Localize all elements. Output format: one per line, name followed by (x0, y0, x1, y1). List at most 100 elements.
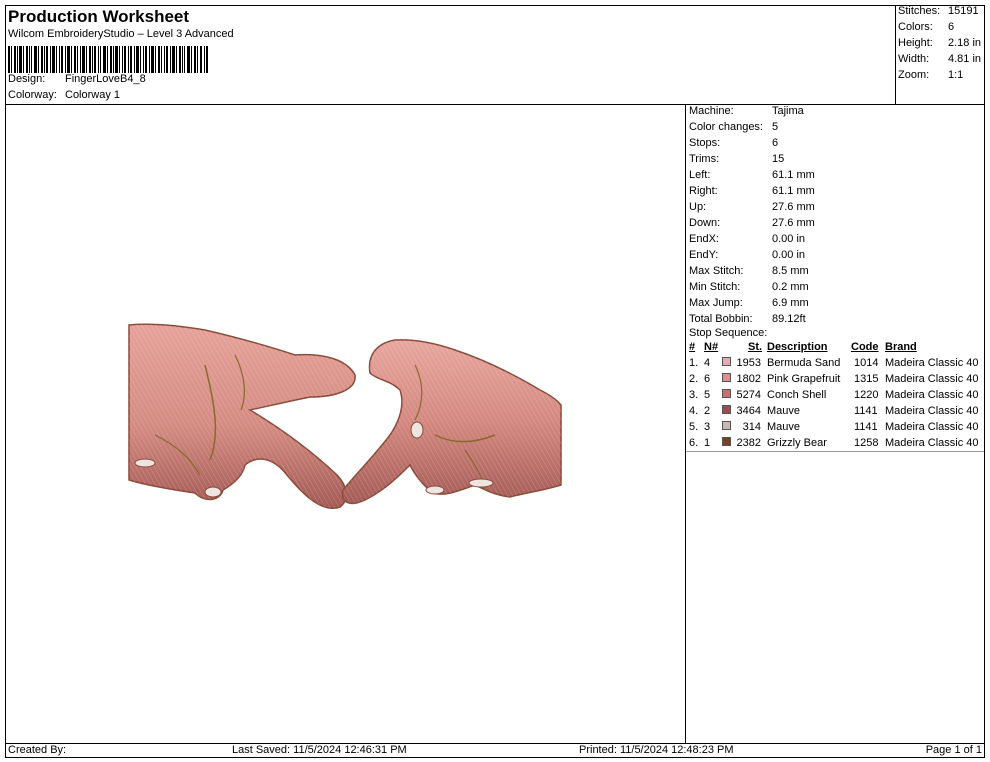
col-header-needle: N# (704, 341, 719, 353)
row-brand: Madeira Classic 40 (885, 421, 979, 433)
width-value: 4.81 in (948, 53, 982, 65)
colors-value: 6 (948, 21, 955, 33)
row-code: 1014 (854, 357, 879, 369)
row-code: 1220 (854, 389, 879, 401)
table-row: 4. 2 3464 Mauve 1141 Madeira Classic 40 (686, 405, 984, 421)
max-stitch-label: Max Stitch: (689, 265, 744, 277)
page-title: Production Worksheet (8, 7, 190, 26)
row-description: Conch Shell (767, 389, 827, 401)
endx-value: 0.00 in (772, 233, 806, 245)
design-value: FingerLoveB4_8 (65, 73, 146, 85)
barcode (8, 46, 208, 73)
stitches-label: Stitches: (898, 5, 941, 17)
endy-value: 0.00 in (772, 249, 806, 261)
colors-label: Colors: (898, 21, 933, 33)
zoom-label: Zoom: (898, 69, 930, 81)
row-stitches: 2382 (736, 437, 761, 449)
stop-sequence-table: # N# St. Description Code Brand 1. 4 1953 B… (686, 341, 984, 452)
row-brand: Madeira Classic 40 (885, 373, 979, 385)
color-swatch (722, 405, 731, 414)
col-header-description: Description (767, 341, 828, 353)
color-changes-value: 5 (772, 121, 779, 133)
row-code: 1141 (854, 405, 878, 417)
row-needle: 3 (704, 421, 711, 433)
width-label: Width: (898, 53, 930, 65)
row-index: 2. (689, 373, 699, 385)
height-value: 2.18 in (948, 37, 982, 49)
col-header-brand: Brand (885, 341, 917, 353)
page-number: Page 1 of 1 (925, 744, 982, 756)
row-index: 1. (689, 357, 699, 369)
color-changes-label: Color changes: (689, 121, 763, 133)
trims-value: 15 (772, 153, 785, 165)
worksheet-footer: Created By: Last Saved: 11/5/2024 12:46:… (5, 743, 985, 758)
row-code: 1141 (854, 421, 878, 433)
color-swatch (722, 357, 731, 366)
design-preview (5, 105, 685, 743)
max-jump-value: 6.9 mm (772, 297, 809, 309)
printed-date: Printed: 11/5/2024 12:48:23 PM (579, 744, 734, 756)
table-row: 3. 5 5274 Conch Shell 1220 Madeira Classic 40 (686, 389, 984, 405)
embroidery-heart-hands-image (128, 323, 562, 509)
row-brand: Madeira Classic 40 (885, 389, 979, 401)
design-info-panel: Machine: Tajima Color changes: 5 Stops: 6 T… (685, 105, 985, 743)
left-label: Left: (689, 169, 711, 181)
up-value: 27.6 mm (772, 201, 815, 213)
row-stitches: 5274 (736, 389, 761, 401)
row-needle: 1 (704, 437, 711, 449)
right-label: Right: (689, 185, 718, 197)
table-header-row: # N# St. Description Code Brand (686, 341, 984, 357)
table-row: 6. 1 2382 Grizzly Bear 1258 Madeira Classic 4… (686, 437, 984, 453)
color-swatch (722, 389, 731, 398)
right-value: 61.1 mm (772, 185, 815, 197)
design-label: Design: (8, 73, 46, 85)
down-value: 27.6 mm (772, 217, 815, 229)
row-description: Bermuda Sand (767, 357, 841, 369)
row-brand: Madeira Classic 40 (885, 357, 979, 369)
row-code: 1258 (854, 437, 879, 449)
row-stitches: 314 (742, 421, 761, 433)
height-label: Height: (898, 37, 933, 49)
min-stitch-value: 0.2 mm (772, 281, 809, 293)
color-swatch (722, 421, 731, 430)
colorway-label: Colorway: (8, 89, 57, 101)
color-swatch (722, 437, 731, 446)
row-index: 4. (689, 405, 699, 417)
col-header-code: Code (851, 341, 879, 353)
total-bobbin-label: Total Bobbin: (689, 313, 753, 325)
max-stitch-value: 8.5 mm (772, 265, 809, 277)
right-hand-shape (341, 339, 562, 505)
row-brand: Madeira Classic 40 (885, 437, 979, 449)
worksheet-header: Production Worksheet Wilcom EmbroiderySt… (5, 5, 985, 105)
table-row: 2. 6 1802 Pink Grapefruit 1315 Madeira Classi… (686, 373, 984, 389)
row-brand: Madeira Classic 40 (885, 405, 979, 417)
trims-label: Trims: (689, 153, 720, 165)
stop-sequence-label: Stop Sequence: (689, 327, 768, 339)
col-header-index: # (689, 341, 696, 353)
row-needle: 5 (704, 389, 711, 401)
endy-label: EndY: (689, 249, 719, 261)
design-row: Design: FingerLoveB4_8 (8, 73, 146, 85)
machine-label: Machine: (689, 105, 734, 117)
colorway-row: Colorway: Colorway 1 (8, 89, 120, 101)
row-needle: 4 (704, 357, 711, 369)
stops-label: Stops: (689, 137, 721, 149)
up-label: Up: (689, 201, 707, 213)
row-index: 5. (689, 421, 699, 433)
left-value: 61.1 mm (772, 169, 815, 181)
row-needle: 6 (704, 373, 711, 385)
total-bobbin-value: 89.12ft (772, 313, 806, 325)
down-label: Down: (689, 217, 721, 229)
machine-value: Tajima (772, 105, 804, 117)
row-stitches: 1802 (736, 373, 761, 385)
row-description: Pink Grapefruit (767, 373, 841, 385)
row-index: 3. (689, 389, 699, 401)
row-stitches: 1953 (736, 357, 761, 369)
row-description: Mauve (767, 405, 801, 417)
software-name: Wilcom EmbroideryStudio – Level 3 Advanc… (8, 28, 234, 40)
table-row: 1. 4 1953 Bermuda Sand 1014 Madeira Classic 4… (686, 357, 984, 373)
table-row: 5. 3 314 Mauve 1141 Madeira Classic 40 (686, 421, 984, 437)
row-stitches: 3464 (736, 405, 761, 417)
min-stitch-label: Min Stitch: (689, 281, 741, 293)
stitches-value: 15191 (948, 5, 979, 17)
